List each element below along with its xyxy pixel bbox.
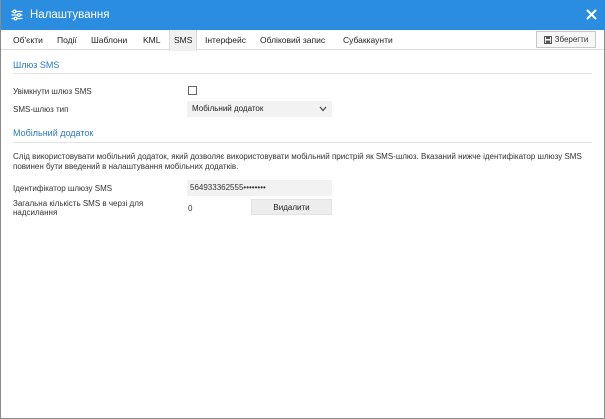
tab-templates[interactable]: Шаблони — [87, 30, 131, 50]
queue-count-label: Загальна кількість SMS в черзі для надси… — [13, 199, 144, 217]
chevron-down-icon — [319, 106, 327, 112]
gateway-id-label: Ідентифікатор шлюзу SMS — [13, 184, 113, 193]
gateway-id-field[interactable] — [187, 180, 332, 196]
settings-window: Налаштування Об'єкти Події Шаблони KML S… — [0, 0, 605, 419]
gateway-type-label: SMS-шлюз тип — [13, 105, 69, 114]
floppy-disk-icon — [543, 35, 552, 44]
enable-gateway-label: Увімкнути шлюз SMS — [13, 87, 92, 96]
tab-account[interactable]: Обліковий запис — [256, 30, 329, 50]
window-title: Налаштування — [30, 9, 110, 21]
delete-queue-button[interactable]: Видалити — [251, 199, 332, 215]
title-bar: Налаштування — [1, 0, 605, 30]
enable-gateway-checkbox[interactable] — [188, 86, 197, 95]
queue-count-value: 0 — [188, 204, 193, 213]
tab-kml[interactable]: KML — [139, 30, 164, 50]
gateway-type-value: Мобільний додаток — [192, 104, 264, 113]
tab-events[interactable]: Події — [53, 30, 81, 50]
close-icon[interactable] — [586, 9, 597, 20]
section-title-sms-gateway: Шлюз SMS — [13, 60, 60, 70]
section-divider — [13, 142, 592, 143]
tab-objects[interactable]: Об'єкти — [9, 30, 47, 50]
tab-subaccounts[interactable]: Субаккаунти — [339, 30, 397, 50]
tab-bar: Об'єкти Події Шаблони KML SMS Інтерфейс … — [1, 30, 604, 51]
section-title-mobile-app: Мобільний додаток — [13, 128, 94, 138]
settings-sliders-icon — [11, 9, 23, 21]
save-button-label: Зберегти — [554, 35, 589, 44]
tab-sms[interactable]: SMS — [169, 30, 198, 51]
section-divider — [13, 73, 592, 74]
delete-button-label: Видалити — [273, 202, 310, 212]
mobile-app-description: Слід використовувати мобільний додаток, … — [13, 152, 582, 171]
tab-interface[interactable]: Інтерфейс — [201, 30, 250, 50]
gateway-type-select[interactable]: Мобільний додаток — [187, 101, 332, 117]
save-button[interactable]: Зберегти — [536, 31, 596, 48]
